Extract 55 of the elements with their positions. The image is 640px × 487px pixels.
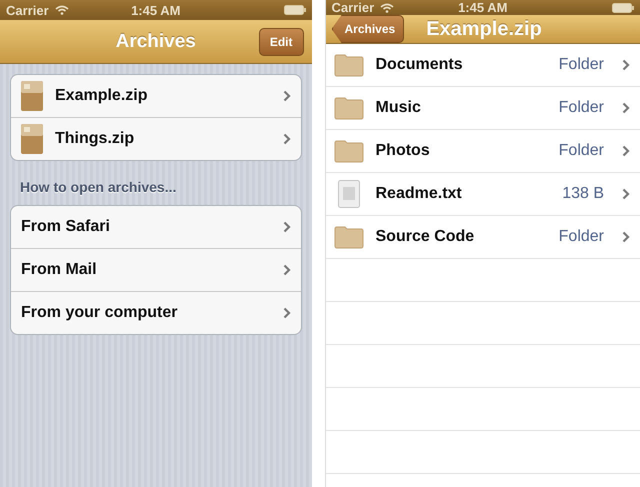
help-row[interactable]: From your computer bbox=[11, 292, 300, 334]
folder-icon bbox=[334, 225, 364, 249]
status-time: 1:45 AM bbox=[458, 0, 508, 15]
file-name: Documents bbox=[376, 56, 464, 74]
battery-icon bbox=[284, 5, 306, 15]
file-detail: Folder bbox=[558, 142, 604, 160]
help-row[interactable]: From Mail bbox=[11, 249, 300, 292]
file-name: Photos bbox=[376, 142, 431, 160]
file-detail: Folder bbox=[558, 56, 604, 74]
wifi-icon bbox=[380, 2, 394, 12]
edit-button[interactable]: Edit bbox=[258, 28, 304, 56]
archive-name: Things.zip bbox=[55, 130, 136, 148]
document-icon bbox=[338, 180, 360, 208]
status-time: 1:45 AM bbox=[131, 2, 180, 18]
chevron-icon bbox=[282, 307, 290, 319]
chevron-icon bbox=[622, 145, 630, 157]
chevron-icon bbox=[282, 90, 290, 102]
archive-row[interactable]: Things.zip bbox=[11, 118, 300, 160]
chevron-icon bbox=[622, 188, 630, 200]
file-name: Music bbox=[376, 99, 422, 117]
file-name: Source Code bbox=[376, 228, 476, 246]
file-row[interactable]: Documents Folder bbox=[326, 44, 640, 87]
folder-icon bbox=[334, 139, 364, 163]
file-name: Readme.txt bbox=[376, 185, 463, 203]
folder-icon bbox=[334, 53, 364, 77]
help-label: From your computer bbox=[21, 304, 178, 322]
file-row[interactable]: Readme.txt 138 B bbox=[326, 173, 640, 216]
file-detail: Folder bbox=[558, 99, 604, 117]
chevron-icon bbox=[622, 231, 630, 243]
carrier-label: Carrier bbox=[6, 2, 49, 18]
file-detail: 138 B bbox=[562, 185, 604, 203]
chevron-icon bbox=[622, 59, 630, 71]
wifi-icon bbox=[54, 5, 69, 15]
file-row[interactable]: Source Code Folder bbox=[326, 216, 640, 259]
archive-row[interactable]: Example.zip bbox=[11, 75, 300, 118]
help-label: From Mail bbox=[21, 261, 98, 279]
file-row[interactable]: Music Folder bbox=[326, 87, 640, 130]
screen-title: Archives bbox=[116, 30, 196, 52]
archive-icon bbox=[21, 81, 43, 111]
chevron-icon bbox=[622, 102, 630, 114]
chevron-icon bbox=[282, 264, 290, 276]
file-row[interactable]: Photos Folder bbox=[326, 130, 640, 173]
screen-title: Example.zip bbox=[426, 18, 542, 40]
archive-name: Example.zip bbox=[55, 87, 148, 105]
battery-icon bbox=[612, 2, 634, 12]
help-row[interactable]: From Safari bbox=[11, 206, 300, 249]
help-label: From Safari bbox=[21, 218, 111, 236]
back-button[interactable]: Archives bbox=[332, 15, 404, 43]
carrier-label: Carrier bbox=[332, 0, 374, 15]
section-header: How to open archives... bbox=[19, 178, 178, 197]
archive-icon bbox=[21, 124, 43, 154]
chevron-icon bbox=[282, 221, 290, 233]
file-detail: Folder bbox=[558, 228, 604, 246]
folder-icon bbox=[334, 96, 364, 120]
chevron-icon bbox=[282, 133, 290, 145]
